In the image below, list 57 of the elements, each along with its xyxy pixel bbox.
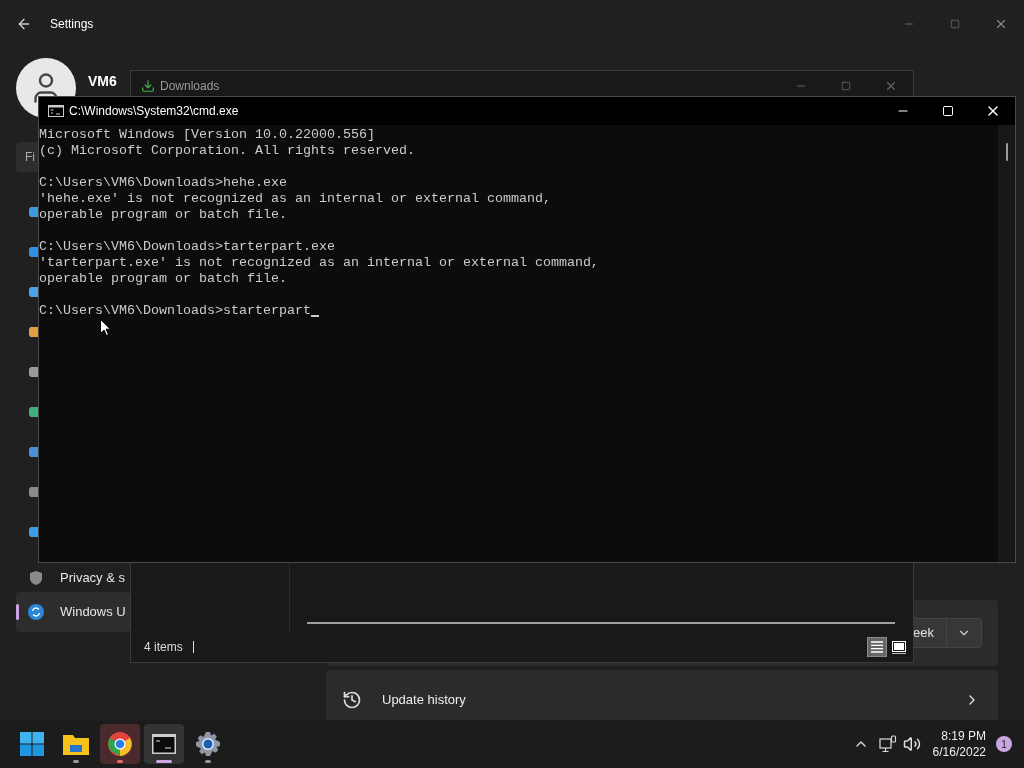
maximize-icon	[941, 105, 954, 117]
window-title: Downloads	[160, 77, 220, 95]
maximize-icon	[840, 80, 851, 91]
search-field[interactable]: Fi	[16, 142, 38, 172]
console-line: C:\Users\VM6\Downloads>starterpart	[39, 303, 311, 319]
settings-category-icon	[28, 364, 38, 380]
network-icon[interactable]	[878, 735, 897, 753]
settings-category-icon	[28, 284, 38, 300]
maximize-icon	[950, 19, 960, 29]
console-line: operable program or batch file.	[39, 207, 287, 223]
selection-indicator	[16, 604, 19, 620]
gear-icon	[196, 732, 220, 756]
scrollbar-thumb[interactable]	[1005, 143, 1008, 161]
nav-item[interactable]: Windows U	[16, 592, 130, 632]
details-view-button[interactable]	[867, 637, 887, 657]
settings-category-icon	[28, 484, 38, 500]
shield-icon	[28, 570, 44, 586]
console-line: operable program or batch file.	[39, 271, 287, 287]
close-icon	[994, 17, 1008, 31]
settings-category-icon	[28, 444, 38, 460]
download-icon	[141, 78, 155, 93]
settings-category-icon	[28, 204, 38, 220]
console-line: 'hehe.exe' is not recognized as an internal or external command,	[39, 191, 551, 207]
back-icon[interactable]	[16, 16, 32, 32]
settings-category-icon	[28, 244, 38, 260]
terminal-icon	[48, 105, 64, 117]
browser-icon	[108, 732, 132, 756]
terminal-icon	[152, 734, 176, 754]
folder-icon	[63, 733, 89, 755]
taskbar-button[interactable]	[100, 724, 140, 764]
list-icon	[871, 641, 883, 653]
update-history-card[interactable]: Update history	[326, 670, 998, 720]
nav-item[interactable]: Privacy & s	[16, 564, 130, 592]
settings-category-icon	[28, 324, 38, 340]
console-line: Microsoft Windows [Version 10.0.22000.556]	[39, 127, 375, 143]
window-title: C:\Windows\System32\cmd.exe	[69, 103, 239, 120]
console-line: 'tarterpart.exe' is not recognized as an internal or external command,	[39, 255, 599, 271]
item-count: 4 items	[144, 639, 183, 656]
history-icon	[342, 690, 362, 710]
mouse-pointer-icon	[100, 319, 111, 336]
settings-category-icon	[28, 404, 38, 420]
window-title: Settings	[50, 16, 94, 33]
horizontal-scrollbar[interactable]	[307, 622, 895, 624]
console-line: C:\Users\VM6\Downloads>tarterpart.exe	[39, 239, 335, 255]
sync-icon	[28, 604, 44, 620]
user-name: VM6	[88, 71, 117, 91]
volume-icon[interactable]	[902, 735, 921, 753]
preview-pane-icon	[892, 640, 906, 654]
text-cursor	[310, 315, 319, 317]
windows-start-icon	[20, 732, 44, 756]
settings-category-icon	[28, 524, 38, 540]
clock[interactable]: 8:19 PM 6/16/2022	[932, 728, 986, 760]
vertical-scrollbar[interactable]	[998, 125, 1015, 562]
console-line: C:\Users\VM6\Downloads>hehe.exe	[39, 175, 287, 191]
console-line: (c) Microsoft Corporation. All rights reserved.	[39, 143, 415, 159]
notification-badge[interactable]: 1	[996, 736, 1012, 752]
taskbar-button[interactable]	[144, 724, 184, 764]
